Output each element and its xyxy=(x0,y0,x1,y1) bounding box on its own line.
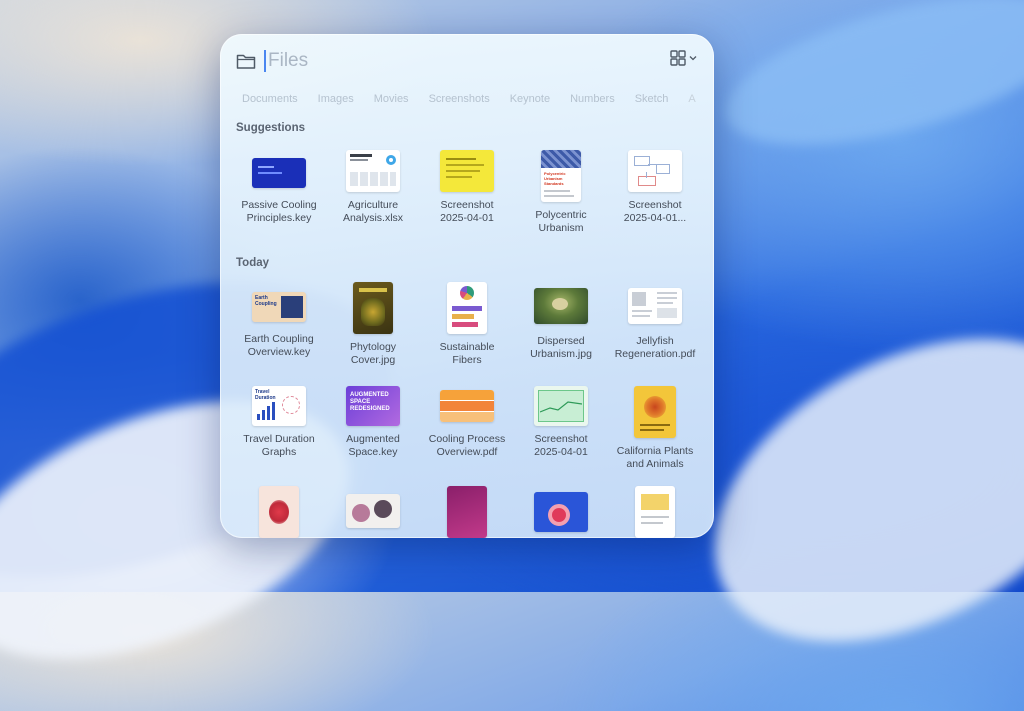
filter-screenshots[interactable]: Screenshots xyxy=(419,88,500,114)
file-item[interactable]: Earth Coupling Earth Coupling Overview.ke… xyxy=(232,282,326,366)
section-title-suggestions: Suggestions xyxy=(236,122,306,134)
file-name: Polycentric Urbanism xyxy=(535,209,587,234)
file-name: Phytology Cover.jpg xyxy=(349,341,397,366)
image-thumbnail xyxy=(353,282,393,334)
file-item[interactable]: Screenshot 2025-04-01 xyxy=(514,386,608,470)
wallpaper-swirl xyxy=(663,276,1024,704)
files-search-panel: Files Documents Images Movies Screenshot… xyxy=(220,34,714,538)
document-thumbnail xyxy=(635,486,675,538)
filter-sketch[interactable]: Sketch xyxy=(625,88,679,114)
file-name: Cooling Process Overview.pdf xyxy=(428,433,506,458)
file-item[interactable]: AUGMENTED SPACE REDESIGNED Augmented Spac… xyxy=(326,386,420,470)
file-item[interactable] xyxy=(232,486,326,538)
thumbnail-title: AUGMENTED SPACE REDESIGNED xyxy=(350,392,390,412)
view-toggle-button[interactable] xyxy=(670,47,700,69)
wallpaper-swirl xyxy=(710,0,1024,175)
pdf-thumbnail xyxy=(440,390,494,422)
document-thumbnail: Polycentric Urbanism Standards xyxy=(541,150,581,202)
document-thumbnail xyxy=(447,282,487,334)
file-item[interactable]: Sustainable Fibers xyxy=(420,282,514,366)
screenshot-thumbnail xyxy=(440,150,494,192)
thumbnail-title: Polycentric Urbanism Standards xyxy=(544,171,566,186)
image-thumbnail xyxy=(346,494,400,528)
file-name: Passive Cooling Principles.key xyxy=(241,199,317,224)
filter-keynote[interactable]: Keynote xyxy=(500,88,560,114)
filter-chips: Documents Images Movies Screenshots Keyn… xyxy=(220,88,714,118)
file-name: Agriculture Analysis.xlsx xyxy=(342,199,404,224)
filter-images[interactable]: Images xyxy=(308,88,364,114)
document-thumbnail: Travel Duration xyxy=(252,386,306,426)
search-input[interactable]: Files xyxy=(268,48,628,74)
file-item[interactable]: Travel Duration Travel Duration Graphs xyxy=(232,386,326,470)
file-item[interactable]: Screenshot 2025-04-01 xyxy=(420,150,514,234)
file-item[interactable]: California Plants and Animals xyxy=(608,386,702,470)
image-thumbnail xyxy=(534,288,588,324)
file-item[interactable]: Screenshot 2025-04-01... xyxy=(608,150,702,234)
keynote-thumbnail: AUGMENTED SPACE REDESIGNED xyxy=(346,386,400,426)
folder-icon xyxy=(236,54,256,69)
pdf-thumbnail xyxy=(628,288,682,324)
search-bar: Files xyxy=(220,34,714,88)
section-title-today: Today xyxy=(236,257,270,269)
file-item[interactable] xyxy=(326,486,420,538)
thumbnail-title: Earth Coupling xyxy=(255,295,277,307)
chevron-down-icon xyxy=(689,56,697,61)
thumbnail-title: Travel Duration xyxy=(255,389,276,401)
file-item[interactable]: Passive Cooling Principles.key xyxy=(232,150,326,234)
filter-more[interactable]: A xyxy=(678,88,705,114)
screenshot-thumbnail xyxy=(534,386,588,426)
filter-numbers[interactable]: Numbers xyxy=(560,88,625,114)
file-name: Earth Coupling Overview.key xyxy=(244,333,314,358)
text-cursor xyxy=(264,50,266,72)
file-name: Screenshot 2025-04-01... xyxy=(623,199,687,224)
file-item[interactable]: Agriculture Analysis.xlsx xyxy=(326,150,420,234)
filter-documents[interactable]: Documents xyxy=(232,88,308,114)
file-item[interactable]: Phytology Cover.jpg xyxy=(326,282,420,366)
keynote-thumbnail xyxy=(252,158,306,188)
file-name: Augmented Space.key xyxy=(346,433,400,458)
file-name: Sustainable Fibers xyxy=(439,341,495,366)
file-name: Travel Duration Graphs xyxy=(243,433,315,458)
file-item[interactable] xyxy=(514,486,608,538)
keynote-thumbnail: Earth Coupling xyxy=(252,292,306,322)
suggestions-grid: Passive Cooling Principles.key Agricultur… xyxy=(232,150,702,234)
filter-movies[interactable]: Movies xyxy=(364,88,419,114)
document-thumbnail xyxy=(447,486,487,538)
document-thumbnail xyxy=(634,386,676,438)
file-item[interactable]: Jellyfish Regeneration.pdf xyxy=(608,282,702,366)
file-name: Screenshot 2025-04-01 xyxy=(534,433,588,458)
today-grid-row: Earth Coupling Earth Coupling Overview.ke… xyxy=(232,282,702,366)
file-item[interactable]: Cooling Process Overview.pdf xyxy=(420,386,514,470)
file-item[interactable]: Dispersed Urbanism.jpg xyxy=(514,282,608,366)
grid-view-icon xyxy=(670,50,686,66)
file-item[interactable] xyxy=(608,486,702,538)
file-name: Screenshot 2025-04-01 xyxy=(440,199,494,224)
today-grid-row-partial xyxy=(232,486,702,538)
document-thumbnail xyxy=(534,492,588,532)
screenshot-thumbnail xyxy=(628,150,682,192)
file-item[interactable] xyxy=(420,486,514,538)
file-name: California Plants and Animals xyxy=(616,445,694,470)
file-item[interactable]: Polycentric Urbanism Standards Polycentr… xyxy=(514,150,608,234)
spreadsheet-thumbnail xyxy=(346,150,400,192)
file-name: Jellyfish Regeneration.pdf xyxy=(614,335,696,360)
today-grid-row: Travel Duration Travel Duration Graphs AU… xyxy=(232,386,702,470)
image-thumbnail xyxy=(259,486,299,538)
file-name: Dispersed Urbanism.jpg xyxy=(530,335,592,360)
